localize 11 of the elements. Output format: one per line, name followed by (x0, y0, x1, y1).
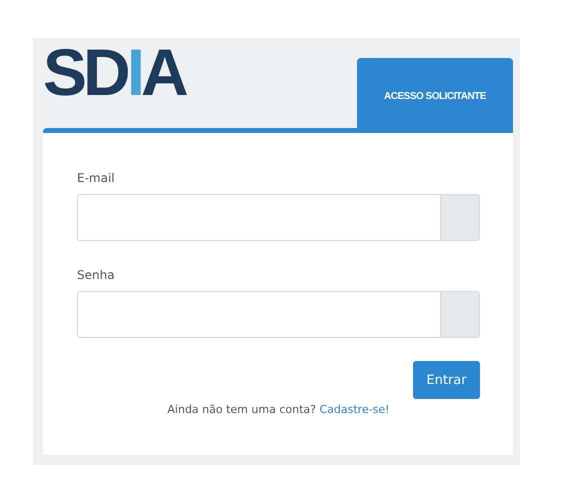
logo: SDIA (43, 42, 185, 102)
field-label: E-mail (77, 171, 116, 185)
field-label: Senha (77, 268, 116, 282)
input-addon (440, 291, 480, 338)
login-tab[interactable]: ACESSO SOLICITANTE (357, 58, 513, 128)
input-field[interactable] (77, 194, 440, 241)
signup-text: Ainda não tem uma conta? Cadastre-se! (166, 403, 391, 416)
submit-button[interactable]: Entrar (413, 361, 480, 399)
signup-link[interactable]: Cadastre-se! (319, 403, 390, 416)
input-field[interactable] (77, 291, 440, 338)
input-addon (440, 194, 480, 241)
